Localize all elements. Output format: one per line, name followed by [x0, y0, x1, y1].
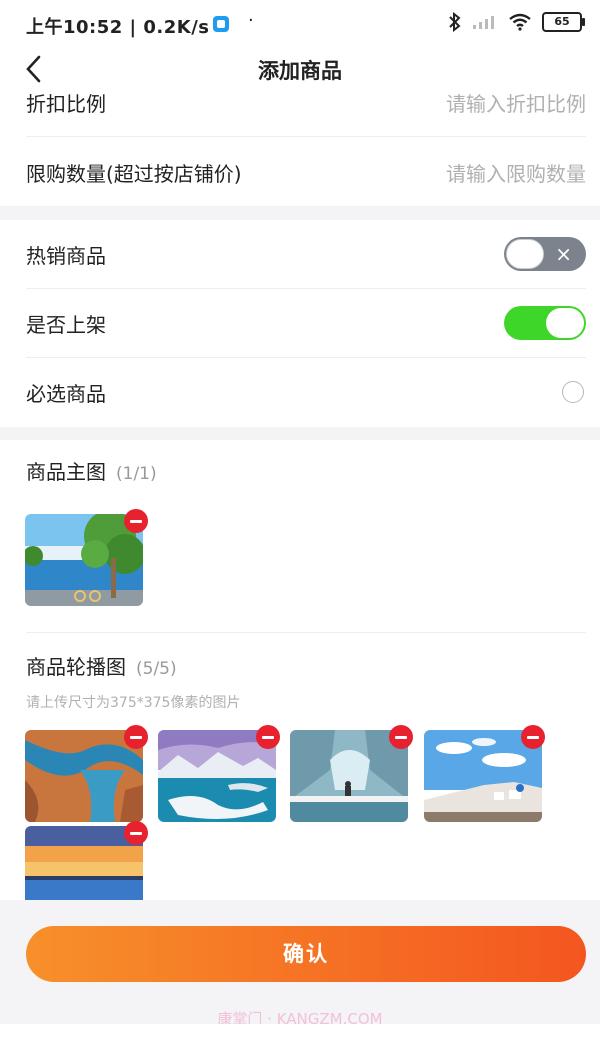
main-image-title: 商品主图 (1/1) — [26, 456, 157, 485]
confirm-button[interactable]: 确认 — [26, 926, 586, 982]
nav-bar: 添加商品 — [0, 50, 600, 90]
limit-row[interactable]: 限购数量(超过按店铺价) 请输入限购数量 — [0, 138, 600, 206]
status-time: 上午10:52 | 0.2K/s — [26, 17, 210, 38]
shelf-toggle[interactable] — [504, 306, 586, 340]
images-card: 商品主图 (1/1) 商品轮播图 (5/5) 请上传尺寸为375*375像素的图片 — [0, 440, 600, 900]
wifi-icon — [509, 13, 531, 31]
main-image-label: 商品主图 — [26, 460, 106, 484]
required-row: 必选商品 — [0, 358, 600, 426]
carousel-count: (5/5) — [136, 659, 177, 679]
hot-row: 热销商品 × — [0, 220, 600, 288]
status-icons: 65 — [448, 12, 585, 32]
system-nav-bar — [0, 1024, 600, 1039]
bluetooth-icon — [449, 12, 461, 32]
required-radio[interactable] — [562, 381, 584, 403]
limit-input[interactable]: 请输入限购数量 — [446, 158, 586, 187]
discount-label: 折扣比例 — [26, 91, 106, 116]
limit-label: 限购数量(超过按店铺价) — [26, 161, 242, 186]
delete-image-icon[interactable] — [256, 725, 280, 749]
pricing-card: 折扣比例 请输入折扣比例 限购数量(超过按店铺价) 请输入限购数量 — [0, 90, 600, 206]
hot-toggle[interactable]: × — [504, 237, 586, 271]
delete-image-icon[interactable] — [389, 725, 413, 749]
hot-label: 热销商品 — [26, 243, 106, 268]
carousel-hint: 请上传尺寸为375*375像素的图片 — [26, 695, 241, 711]
page-title: 添加商品 — [258, 59, 342, 83]
toggle-off-icon: × — [555, 242, 572, 266]
required-label: 必选商品 — [26, 381, 106, 406]
delete-image-icon[interactable] — [124, 821, 148, 845]
shelf-row: 是否上架 — [0, 289, 600, 357]
options-card: 热销商品 × 是否上架 必选商品 — [0, 220, 600, 427]
app-notification-icon — [213, 16, 229, 32]
carousel-label: 商品轮播图 — [26, 655, 126, 679]
battery-icon: 65 — [542, 12, 585, 32]
delete-image-icon[interactable] — [124, 725, 148, 749]
shelf-label: 是否上架 — [26, 312, 106, 337]
discount-input[interactable]: 请输入折扣比例 — [446, 90, 586, 117]
status-dot: · — [248, 10, 254, 31]
toggle-knob — [506, 239, 544, 269]
carousel-title: 商品轮播图 (5/5) — [26, 651, 177, 680]
divider — [26, 632, 586, 633]
delete-image-icon[interactable] — [124, 509, 148, 533]
status-bar: 上午10:52 | 0.2K/s · 65 — [0, 0, 600, 50]
signal-icon — [473, 16, 494, 29]
discount-row[interactable]: 折扣比例 请输入折扣比例 — [0, 90, 600, 136]
main-image-count: (1/1) — [116, 464, 157, 484]
divider — [26, 136, 586, 137]
toggle-knob — [546, 308, 584, 338]
delete-image-icon[interactable] — [521, 725, 545, 749]
